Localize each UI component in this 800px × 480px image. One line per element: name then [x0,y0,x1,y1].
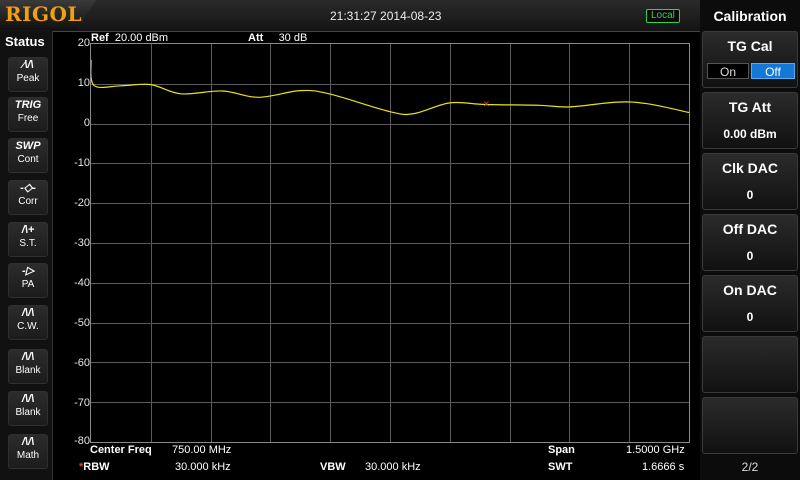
tg-cal-on-option[interactable]: On [707,63,749,79]
rigol-logo: RIGOL [0,0,96,30]
status-pa[interactable]: -▷ PA [8,263,48,298]
softkey-label: TG Cal [727,38,773,54]
status-label: Cont [17,154,39,165]
pa-icon: -▷ [21,265,35,277]
status-label: Free [17,113,39,124]
math-icon: /\/\ [21,436,35,448]
y-tick-label: 10 [77,77,90,89]
softkey-label: On DAC [723,282,777,298]
softkey-value: 0.00 dBm [723,127,777,141]
y-tick-label: -10 [74,157,90,169]
status-cw[interactable]: /\/\ C.W. [8,305,48,340]
y-tick-label: -70 [74,397,90,409]
spectrum-canvas: × [91,44,689,442]
on-dac-key[interactable]: On DAC 0 [702,275,798,332]
status-label: PA [21,279,35,290]
datetime: 21:31:27 2014-08-23 [330,9,442,23]
y-tick-label: -60 [74,357,90,369]
menu-title: Calibration [713,8,787,24]
y-tick-label: -50 [74,317,90,329]
softkey-value: 0 [746,310,754,324]
softkey-menu: Calibration TG Cal On Off TG Att 0.00 dB… [700,0,800,480]
blank-icon: /\/\ [21,393,35,405]
rbw-value: 30.000 kHz [175,461,231,473]
status-math[interactable]: /\/\ Math [8,434,48,469]
y-tick-label: 20 [77,37,90,49]
empty-key-1[interactable] [702,336,798,393]
center-freq-value: 750.00 MHz [172,444,232,456]
top-bar: RIGOL 21:31:27 2014-08-23 Local [0,0,700,32]
vbw-label: VBW [320,461,346,473]
status-label: Peak [16,73,40,84]
softkey-label: Off DAC [722,221,778,237]
span-label: Span [548,444,575,456]
tg-att-key[interactable]: TG Att 0.00 dBm [702,92,798,149]
tg-cal-key[interactable]: TG Cal On Off [702,31,798,88]
status-title: Status [5,34,45,49]
y-tick-label: -30 [74,237,90,249]
clk-dac-key[interactable]: Clk DAC 0 [702,153,798,210]
status-label: Blank [15,407,41,418]
softkey-label: TG Att [728,99,772,115]
brand-text: RIGOL [5,2,83,26]
status-label: Blank [15,365,41,376]
blank-icon: /\/\ [21,351,35,363]
sweep-icon: SWP [15,140,41,152]
status-peak[interactable]: ⁄\/\ Peak [8,57,48,92]
empty-key-2[interactable] [702,397,798,454]
vbw-value: 30.000 kHz [365,461,421,473]
menu-page-indicator: 2/2 [741,460,759,474]
y-tick-label: 0 [83,117,90,129]
swt-label: SWT [548,461,573,473]
local-badge[interactable]: Local [646,9,680,23]
status-corr[interactable]: -◇- Corr [8,180,48,215]
rbw-label: *RBW [79,461,110,473]
status-label: S.T. [19,238,37,249]
status-panel: Status ⁄\/\ Peak TRIG Free SWP Cont -◇- Corr… [0,31,53,480]
softkey-label: Clk DAC [721,160,778,176]
status-trig[interactable]: TRIG Free [8,97,48,132]
softkey-value: 0 [746,188,754,202]
trig-icon: TRIG [14,99,42,111]
peak-icon: ⁄\/\ [22,59,34,71]
off-dac-key[interactable]: Off DAC 0 [702,214,798,271]
span-value: 1.5000 GHz [626,444,685,456]
spectrum-plot[interactable]: × [90,43,690,443]
marker-icon[interactable]: × [483,100,491,110]
status-label: Corr [18,196,38,207]
swt-value: 1.6666 s [642,461,685,473]
center-freq-label: Center Freq [90,444,152,456]
y-tick-label: -20 [74,197,90,209]
status-blank-1[interactable]: /\/\ Blank [8,349,48,384]
status-blank-2[interactable]: /\/\ Blank [8,391,48,426]
status-label: Math [16,450,40,461]
status-sweep[interactable]: SWP Cont [8,138,48,173]
tg-cal-off-option[interactable]: Off [751,63,795,79]
cw-icon: /\/\ [21,307,35,319]
st-icon: /\+ [21,224,35,236]
corr-icon: -◇- [20,182,36,194]
status-st[interactable]: /\+ S.T. [8,222,48,257]
rbw-label-text: RBW [83,461,110,473]
y-tick-label: -40 [74,277,90,289]
status-label: C.W. [17,321,39,332]
y-tick-label: -80 [74,435,90,447]
softkey-value: 0 [746,249,754,263]
